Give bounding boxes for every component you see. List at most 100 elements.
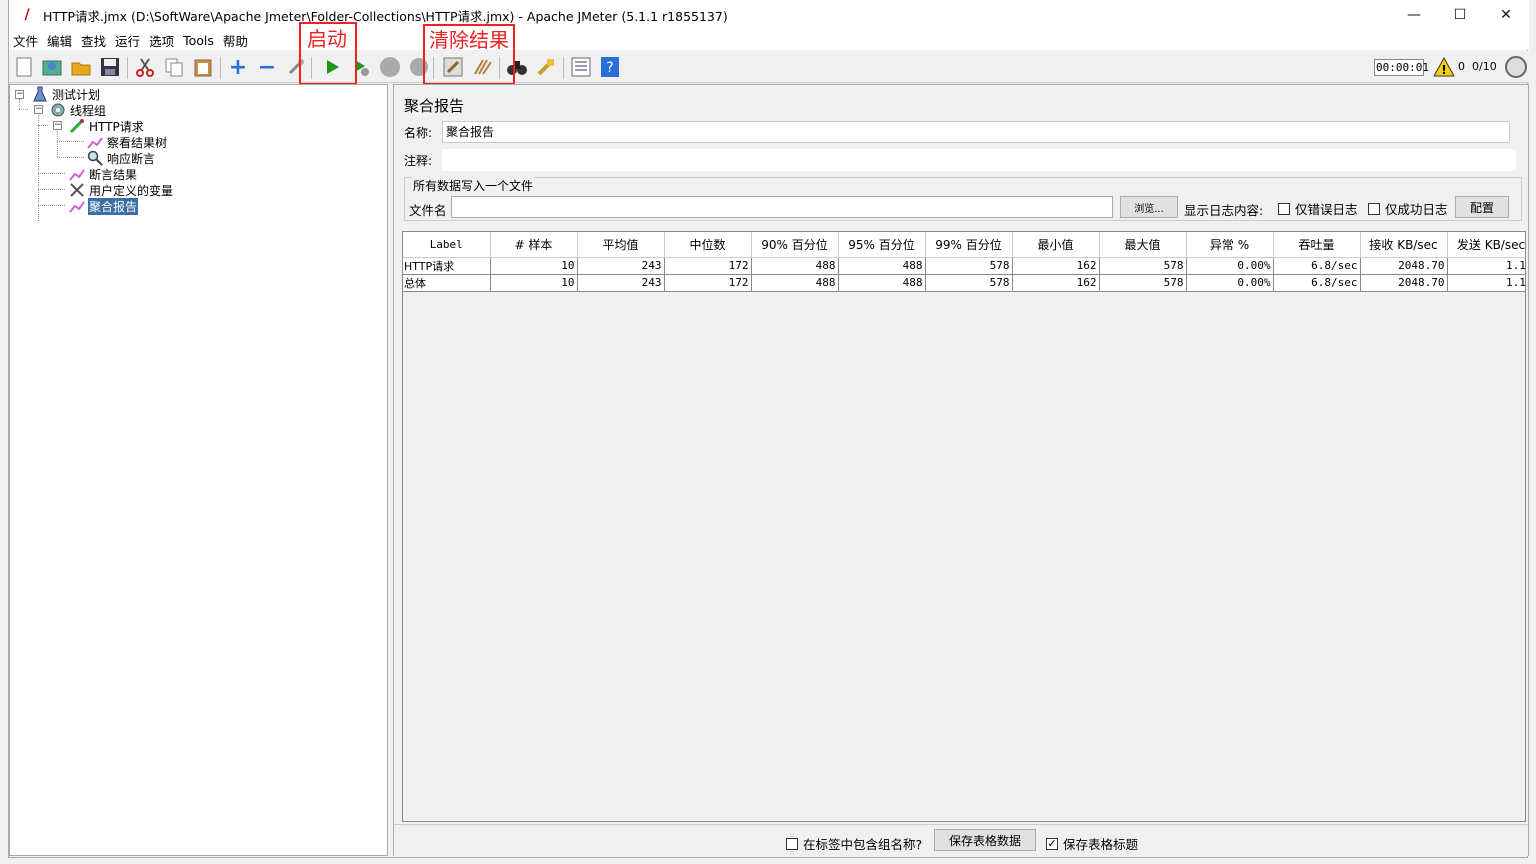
reset-search-icon[interactable] bbox=[534, 55, 558, 79]
col-header[interactable]: 最小值 bbox=[1012, 232, 1100, 258]
col-header[interactable]: 平均值 bbox=[577, 232, 665, 258]
menu-search[interactable]: 查找 bbox=[81, 31, 106, 50]
aggregate-table: Label # 样本 平均值 中位数 90% 百分位 95% 百分位 99% 百… bbox=[403, 232, 1525, 292]
tree-item-assertion-results[interactable]: 断言结果 bbox=[69, 166, 138, 182]
col-header[interactable]: 中位数 bbox=[664, 232, 752, 258]
function-helper-icon[interactable] bbox=[569, 55, 593, 79]
table-cell: 578 bbox=[1099, 274, 1187, 292]
flask-icon bbox=[32, 86, 48, 102]
browse-button[interactable]: 浏览... bbox=[1120, 196, 1178, 218]
collapse-toggle[interactable]: − bbox=[53, 121, 62, 130]
col-header[interactable]: 95% 百分位 bbox=[838, 232, 926, 258]
copy-icon[interactable] bbox=[162, 55, 186, 79]
remote-status-icon bbox=[1505, 56, 1527, 78]
configure-button[interactable]: 配置 bbox=[1455, 196, 1509, 218]
chart-icon bbox=[87, 134, 103, 150]
collapse-icon[interactable]: − bbox=[255, 55, 279, 80]
close-button[interactable]: ✕ bbox=[1483, 0, 1529, 30]
start-annotation-label: 启动 bbox=[307, 27, 347, 51]
minimize-button[interactable]: — bbox=[1391, 0, 1437, 30]
table-row[interactable]: 总体 10 243 172 488 488 578 162 578 0.00% … bbox=[403, 274, 1525, 292]
tree-item-test-plan[interactable]: 测试计划 bbox=[32, 86, 101, 102]
elapsed-timer: 00:00:01 bbox=[1374, 59, 1429, 76]
collapse-toggle[interactable]: − bbox=[15, 90, 24, 99]
menu-file[interactable]: 文件 bbox=[13, 31, 38, 50]
collapse-toggle[interactable]: − bbox=[34, 105, 43, 114]
filename-input[interactable] bbox=[451, 196, 1113, 218]
aggregate-report-panel: 聚合报告 名称: 聚合报告 注释: 所有数据写入一个文件 文件名 浏览... 显… bbox=[393, 84, 1529, 856]
table-cell: 243 bbox=[577, 257, 665, 275]
table-cell: 488 bbox=[838, 274, 926, 292]
new-icon[interactable] bbox=[12, 55, 36, 79]
cut-icon[interactable] bbox=[133, 55, 157, 79]
save-icon[interactable] bbox=[98, 55, 122, 79]
panel-title: 聚合报告 bbox=[404, 97, 465, 115]
menu-run[interactable]: 运行 bbox=[115, 31, 140, 50]
table-cell: 0.00% bbox=[1186, 274, 1274, 292]
stop-icon[interactable] bbox=[378, 55, 402, 79]
table-cell: 578 bbox=[925, 257, 1013, 275]
tree-item-view-results-tree[interactable]: 察看结果树 bbox=[87, 134, 168, 150]
svg-text:!: ! bbox=[1441, 63, 1446, 77]
error-count: 0 bbox=[1458, 60, 1465, 73]
chart-icon bbox=[69, 198, 85, 214]
table-actions-bar: 在标签中包含组名称? 保存表格数据 ✓ 保存表格标题 bbox=[394, 824, 1528, 856]
table-cell: 488 bbox=[838, 257, 926, 275]
tree-item-user-defined-variables[interactable]: 用户定义的变量 bbox=[69, 182, 174, 198]
expand-icon[interactable]: + bbox=[226, 55, 250, 80]
col-header[interactable]: 最大值 bbox=[1099, 232, 1187, 258]
table-cell: HTTP请求 bbox=[403, 257, 491, 275]
menu-options[interactable]: 选项 bbox=[149, 31, 174, 50]
table-cell: 172 bbox=[664, 257, 752, 275]
window-title: HTTP请求.jmx (D:\SoftWare\Apache Jmeter\Fo… bbox=[43, 8, 728, 24]
tree-item-http-request[interactable]: HTTP请求 bbox=[69, 118, 145, 134]
table-cell: 2048.70 bbox=[1360, 274, 1448, 292]
tree-item-aggregate-report[interactable]: 聚合报告 bbox=[69, 197, 139, 215]
table-cell: 578 bbox=[925, 274, 1013, 292]
tree-item-thread-group[interactable]: 线程组 bbox=[50, 102, 107, 118]
table-cell: 6.8/sec bbox=[1273, 274, 1361, 292]
tree-item-response-assertion[interactable]: 响应断言 bbox=[87, 150, 156, 166]
errors-only-checkbox[interactable]: 仅错误日志 bbox=[1278, 199, 1358, 218]
col-header[interactable]: 90% 百分位 bbox=[751, 232, 839, 258]
warning-icon[interactable]: ! bbox=[1433, 56, 1455, 78]
table-cell: 162 bbox=[1012, 257, 1100, 275]
col-header[interactable]: Label bbox=[403, 232, 491, 258]
col-header[interactable]: 发送 KB/sec bbox=[1447, 232, 1525, 258]
col-header[interactable]: 吞吐量 bbox=[1273, 232, 1361, 258]
menu-help[interactable]: 帮助 bbox=[223, 31, 248, 50]
comment-input[interactable] bbox=[442, 149, 1516, 171]
title-bar: / HTTP请求.jmx (D:\SoftWare\Apache Jmeter\… bbox=[9, 0, 1529, 30]
file-output-group: 所有数据写入一个文件 文件名 浏览... 显示日志内容: 仅错误日志 仅成功日志… bbox=[404, 177, 1522, 221]
help-icon[interactable]: ? bbox=[598, 55, 622, 79]
menu-edit[interactable]: 编辑 bbox=[47, 31, 72, 50]
open-icon[interactable] bbox=[69, 55, 93, 79]
menu-tools[interactable]: Tools bbox=[183, 33, 214, 48]
results-table-container: Label # 样本 平均值 中位数 90% 百分位 95% 百分位 99% 百… bbox=[402, 231, 1526, 822]
active-threads: 0/10 bbox=[1472, 60, 1497, 73]
col-header[interactable]: 接收 KB/sec bbox=[1360, 232, 1448, 258]
table-cell: 578 bbox=[1099, 257, 1187, 275]
col-header[interactable]: # 样本 bbox=[490, 232, 578, 258]
name-input[interactable]: 聚合报告 bbox=[442, 121, 1510, 143]
paste-icon[interactable] bbox=[191, 55, 215, 79]
comment-label: 注释: bbox=[404, 153, 433, 168]
test-plan-tree: − − − 测试计划 线程组 HTTP请求 察看结果树 响应断言 断言结果 用户… bbox=[9, 84, 388, 856]
log-content-label: 显示日志内容: bbox=[1184, 203, 1264, 218]
table-cell: 488 bbox=[751, 274, 839, 292]
menu-bar: 文件 编辑 查找 运行 选项 Tools 帮助 bbox=[9, 30, 1529, 50]
col-header[interactable]: 99% 百分位 bbox=[925, 232, 1013, 258]
svg-text:?: ? bbox=[606, 60, 613, 76]
maximize-button[interactable]: ☐ bbox=[1437, 0, 1483, 30]
success-only-checkbox[interactable]: 仅成功日志 bbox=[1368, 199, 1448, 218]
col-header[interactable]: 异常 % bbox=[1186, 232, 1274, 258]
include-group-name-checkbox[interactable]: 在标签中包含组名称? bbox=[786, 834, 922, 853]
comment-row: 注释: bbox=[404, 149, 1516, 171]
table-cell: 0.00% bbox=[1186, 257, 1274, 275]
table-row[interactable]: HTTP请求 10 243 172 488 488 578 162 578 0.… bbox=[403, 257, 1525, 275]
save-table-header-checkbox[interactable]: ✓ 保存表格标题 bbox=[1046, 834, 1138, 853]
table-cell: 162 bbox=[1012, 274, 1100, 292]
tools-icon bbox=[69, 182, 85, 198]
save-table-data-button[interactable]: 保存表格数据 bbox=[934, 829, 1036, 851]
templates-icon[interactable] bbox=[40, 55, 64, 79]
